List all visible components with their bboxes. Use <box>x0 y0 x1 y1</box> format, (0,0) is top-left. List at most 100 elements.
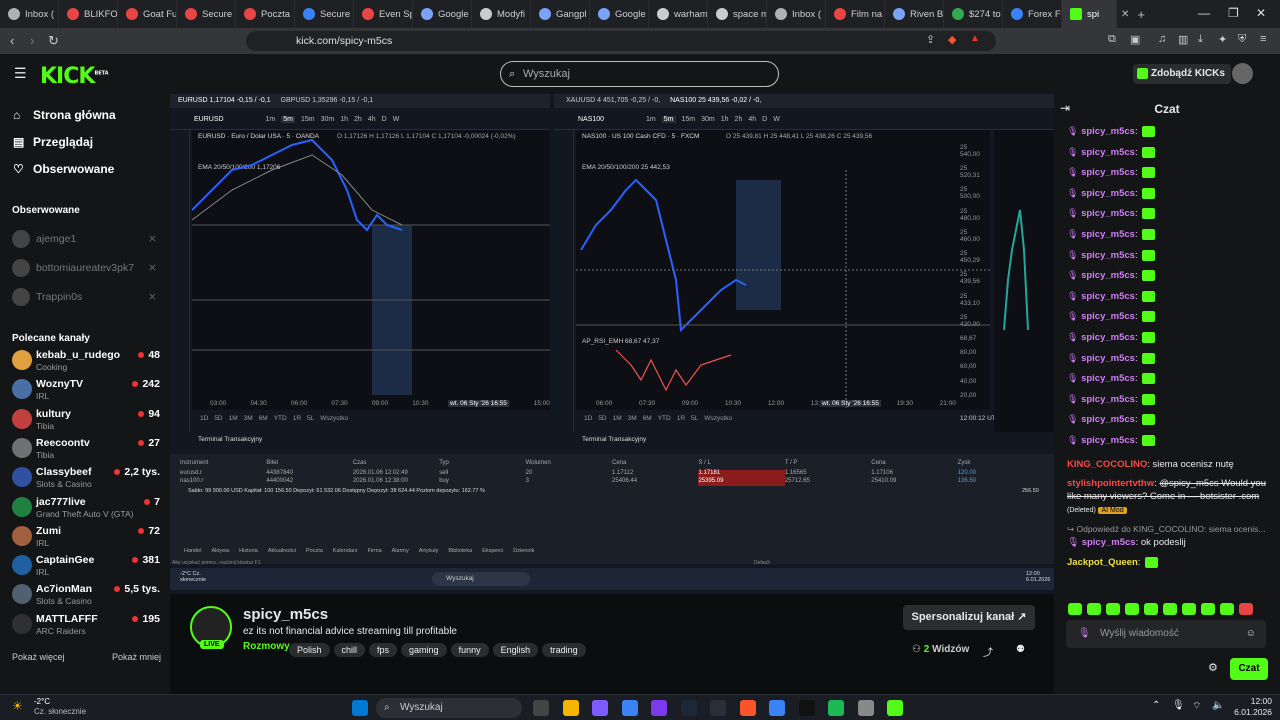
emote-icon[interactable] <box>1239 603 1253 615</box>
right-symbol[interactable]: NAS100 <box>578 116 604 123</box>
menu-icon[interactable]: ≡ <box>1260 33 1266 45</box>
timeframe-button[interactable]: 5m <box>281 116 295 123</box>
search-input[interactable]: ⌕ Wyszukaj <box>500 61 779 87</box>
customize-channel-button[interactable]: Spersonalizuj kanał ↗ <box>903 605 1035 630</box>
back-icon[interactable]: ‹ <box>10 33 14 48</box>
tab-eurusd[interactable]: EURUSD 1,17104 -0,15 / -0,1 <box>178 97 271 104</box>
chat-settings-icon[interactable]: ⚙ <box>1208 661 1218 674</box>
tag-chip[interactable]: Polish <box>289 643 330 657</box>
recommended-channel[interactable]: Classybeef Slots & Casino 2,2 tys. <box>12 464 160 492</box>
timeframe-button[interactable]: 1m <box>266 116 276 123</box>
emote-icon[interactable] <box>1125 603 1139 615</box>
screenshot-icon[interactable]: ▣ <box>1130 33 1140 46</box>
emote-icon[interactable] <box>1163 603 1177 615</box>
chat-username[interactable]: spicy_m5cs <box>1081 229 1135 240</box>
tag-chip[interactable]: trading <box>542 643 586 657</box>
channel-name[interactable]: spicy_m5cs <box>243 606 328 623</box>
following-item[interactable]: ajemge1 ⨯ <box>12 230 170 248</box>
timeframe-button[interactable]: 1h <box>721 116 729 123</box>
chat-username[interactable]: spicy_m5cs <box>1081 394 1135 405</box>
volume-icon[interactable]: 🔈 <box>1212 700 1224 711</box>
tag-chip[interactable]: chill <box>333 643 366 657</box>
tag-chip[interactable]: gaming <box>401 643 447 657</box>
maximize-icon[interactable]: ❐ <box>1228 6 1239 20</box>
range-button[interactable]: 1R <box>677 415 685 422</box>
range-button[interactable]: 1M <box>613 415 622 422</box>
tag-chip[interactable]: English <box>492 643 539 657</box>
app-icon[interactable] <box>710 700 726 716</box>
table-row[interactable]: eurusd.r 44387840 2026.01.06 12:02:49 sell 2… <box>180 470 1044 478</box>
chat-username[interactable]: spicy_m5cs <box>1081 435 1135 446</box>
forward-icon[interactable]: › <box>30 33 34 48</box>
task-view-icon[interactable] <box>533 700 549 716</box>
range-button[interactable]: 5D <box>214 415 222 422</box>
browser-tab[interactable]: Inbox ( <box>767 0 826 28</box>
timeframe-button[interactable]: 2h <box>735 116 743 123</box>
stream-category[interactable]: Rozmowy <box>243 641 290 652</box>
timeframe-button[interactable]: 4h <box>368 116 376 123</box>
nav-browse[interactable]: ▤ Przeglądaj <box>13 135 93 149</box>
recommended-channel[interactable]: MATTLAFFF ARC Raiders 195 <box>12 611 160 639</box>
clock-date[interactable]: 6.01.2026 <box>1228 707 1272 717</box>
media-icon[interactable]: ♫ <box>1158 33 1166 45</box>
browser-tab[interactable]: Goat Fu <box>118 0 177 28</box>
show-less-link[interactable]: Pokaż mniej <box>112 652 161 662</box>
tab-gbpusd[interactable]: GBPUSD 1,35296 -0,15 / -0,1 <box>281 97 374 104</box>
share-icon[interactable]: ⇪ <box>926 33 935 46</box>
obs-icon[interactable] <box>651 700 667 716</box>
timeframe-button[interactable]: 2h <box>354 116 362 123</box>
weather-desc[interactable]: Cz. słonecznie <box>34 707 86 716</box>
tag-chip[interactable]: funny <box>450 643 489 657</box>
url-input[interactable]: kick.com/spicy-m5cs <box>246 31 996 51</box>
chat-username[interactable]: spicy_m5cs <box>1081 188 1135 199</box>
timeframe-button[interactable]: 4h <box>748 116 756 123</box>
terminal-tab[interactable]: Historia <box>239 548 258 554</box>
taskbar-search[interactable]: ⌕ Wyszukaj <box>376 698 522 718</box>
file-explorer-icon[interactable] <box>562 700 579 716</box>
chat-username[interactable]: spicy_m5cs <box>1081 414 1135 425</box>
browser-tab[interactable]: $274 to <box>944 0 1003 28</box>
minimize-icon[interactable]: — <box>1198 6 1210 20</box>
timeframe-button[interactable]: 5m <box>661 116 676 123</box>
browser-tab[interactable]: Gangpl <box>531 0 590 28</box>
browser-tab[interactable]: Modyfi <box>472 0 531 28</box>
timeframe-button[interactable]: W <box>393 116 400 123</box>
nav-following[interactable]: ♡ Obserwowane <box>13 162 114 176</box>
range-button[interactable]: 3M <box>628 415 637 422</box>
timeframe-button[interactable]: 1m <box>646 116 656 123</box>
emote-icon[interactable] <box>1068 603 1082 615</box>
left-symbol[interactable]: EURUSD <box>194 116 224 123</box>
stream-player[interactable]: EURUSD 1,17104 -0,15 / -0,1 GBPUSD 1,352… <box>170 94 1054 594</box>
timeframe-button[interactable]: 15m <box>301 116 315 123</box>
recommended-channel[interactable]: kebab_u_rudego Cooking 48 <box>12 347 160 375</box>
following-item[interactable]: bottomiaureatev3pk7 ⨯ <box>12 259 170 277</box>
chat-username[interactable]: spicy_m5cs <box>1081 373 1135 384</box>
range-button[interactable]: Wszystko <box>704 415 732 422</box>
chat-username[interactable]: spicy_m5cs <box>1081 167 1135 178</box>
nav-home[interactable]: ⌂ Strona główna <box>13 108 116 122</box>
weather-temp[interactable]: -2°C <box>34 697 50 706</box>
browser-tab[interactable]: Forex F <box>1003 0 1062 28</box>
range-button[interactable]: 5D <box>598 415 606 422</box>
new-tab-icon[interactable]: + <box>1137 7 1145 22</box>
emote-icon[interactable] <box>1144 603 1158 615</box>
chat-username[interactable]: spicy_m5cs <box>1081 353 1135 364</box>
chat-username[interactable]: spicy_m5cs <box>1081 147 1135 158</box>
network-icon[interactable]: ⌔ <box>1192 700 1201 713</box>
reload-icon[interactable]: ↻ <box>48 33 59 49</box>
brave-shield-icon[interactable]: ◆ <box>948 33 956 46</box>
range-button[interactable]: YTD <box>274 415 287 422</box>
recommended-channel[interactable]: WoznyTV IRL 242 <box>12 376 160 404</box>
tray-chevron-icon[interactable]: ⌃ <box>1152 700 1160 711</box>
chat-username[interactable]: spicy_m5cs <box>1081 208 1135 219</box>
following-item[interactable]: Trappin0s ⨯ <box>12 288 170 306</box>
terminal-tab[interactable]: Alarmy <box>392 548 409 554</box>
vpn-icon[interactable]: ⛨ <box>1238 33 1246 46</box>
range-button[interactable]: 3M <box>244 415 253 422</box>
user-avatar[interactable] <box>1232 63 1253 84</box>
leo-icon[interactable]: ✦ <box>1218 33 1227 46</box>
tag-chip[interactable]: fps <box>369 643 398 657</box>
browser-tab[interactable]: Inbox ( <box>0 0 59 28</box>
downloads-icon[interactable]: ⤓ <box>1198 33 1203 46</box>
timeframe-button[interactable]: D <box>382 116 387 123</box>
